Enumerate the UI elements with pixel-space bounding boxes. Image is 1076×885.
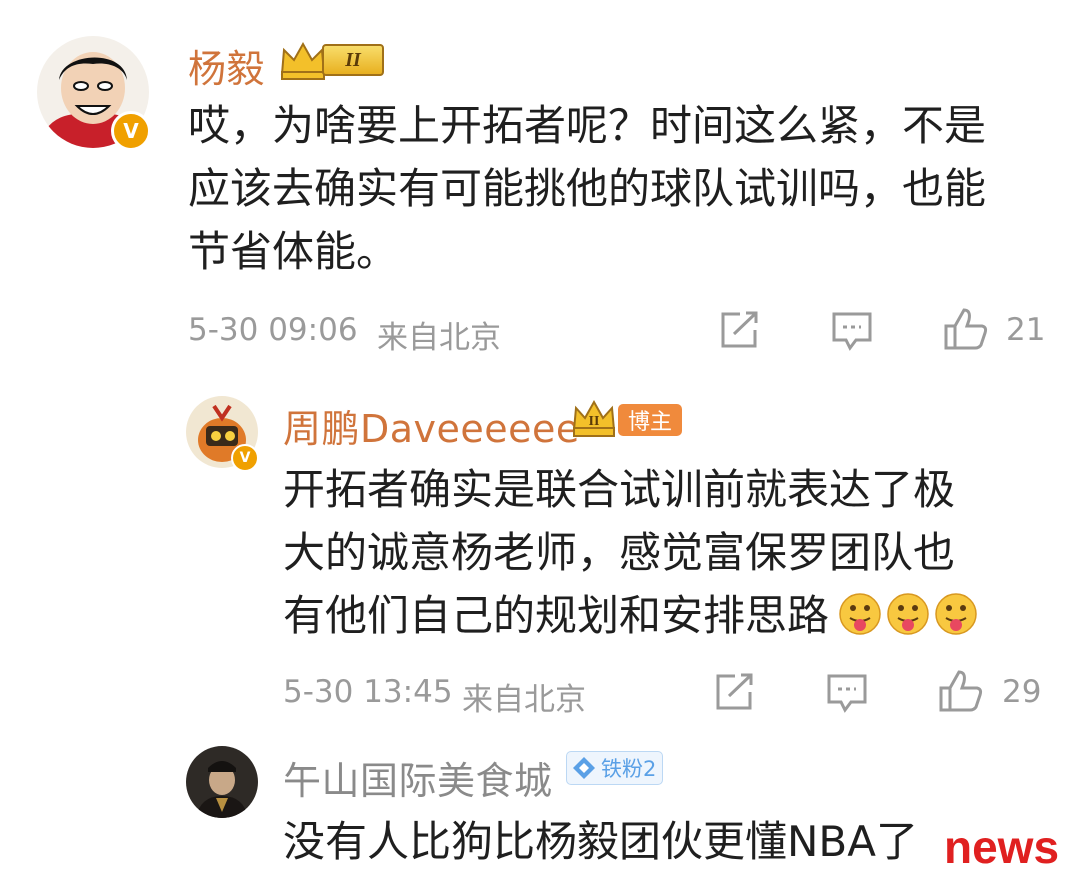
comment-button[interactable]: [825, 672, 869, 718]
verified-badge: V: [111, 111, 151, 151]
username[interactable]: 周鹏Daveeeeee: [283, 398, 580, 453]
username[interactable]: 午山国际美食城: [283, 750, 553, 805]
comment-line: 节省体能。: [188, 227, 399, 276]
like-count: 29: [1002, 674, 1042, 710]
comment-icon: [827, 674, 867, 713]
crown-icon: [280, 41, 326, 80]
tongue-out-emoji: [935, 593, 977, 635]
fan-badge-label: 铁粉2: [601, 757, 657, 781]
tongue-out-emoji: [839, 593, 881, 635]
comment-icon: [832, 312, 872, 351]
location: 来自北京: [377, 320, 501, 356]
tongue-out-emoji: [887, 593, 929, 635]
diamond-icon: [573, 757, 595, 779]
timestamp: 5-30 13:45: [283, 674, 453, 710]
verified-badge: V: [231, 444, 259, 472]
rank-label: II: [345, 48, 361, 71]
fan-badge: 铁粉2: [566, 751, 664, 785]
comment-line-with-emojis: 有他们自己的规划和安排思路: [283, 584, 978, 647]
comment-line: 哎，为啥要上开拓者呢？时间这么紧，不是: [188, 101, 987, 150]
share-icon: [721, 311, 758, 348]
watermark-logo: news: [944, 821, 1060, 873]
like-icon: [939, 670, 983, 712]
comment-line: 没有人比狗比杨毅团伙更懂NBA了: [283, 817, 918, 866]
rank-badge: II: [278, 38, 390, 82]
comment-line: 应该去确实有可能挑他的球队试训吗，也能: [188, 164, 987, 213]
like-button[interactable]: [937, 668, 985, 718]
like-icon: [944, 308, 988, 350]
share-button[interactable]: [718, 310, 760, 354]
comment-button[interactable]: [830, 310, 874, 356]
share-button[interactable]: [713, 672, 755, 716]
like-button[interactable]: [942, 306, 990, 356]
username[interactable]: 杨毅: [188, 38, 265, 93]
location: 来自北京: [462, 682, 586, 718]
share-icon: [716, 673, 753, 710]
like-count: 21: [1006, 312, 1046, 348]
comment-line: 开拓者确实是联合试训前就表达了极: [283, 465, 956, 514]
rank-label: II: [588, 414, 600, 429]
person-avatar-icon: [186, 746, 258, 818]
comment-line: 有他们自己的规划和安排思路: [283, 591, 830, 640]
avatar[interactable]: [186, 746, 258, 818]
role-badge: 博主: [618, 404, 682, 436]
rank-badge: II: [570, 396, 618, 440]
comment-line: 大的诚意杨老师，感觉富保罗团队也: [283, 528, 956, 577]
timestamp: 5-30 09:06: [188, 312, 358, 348]
